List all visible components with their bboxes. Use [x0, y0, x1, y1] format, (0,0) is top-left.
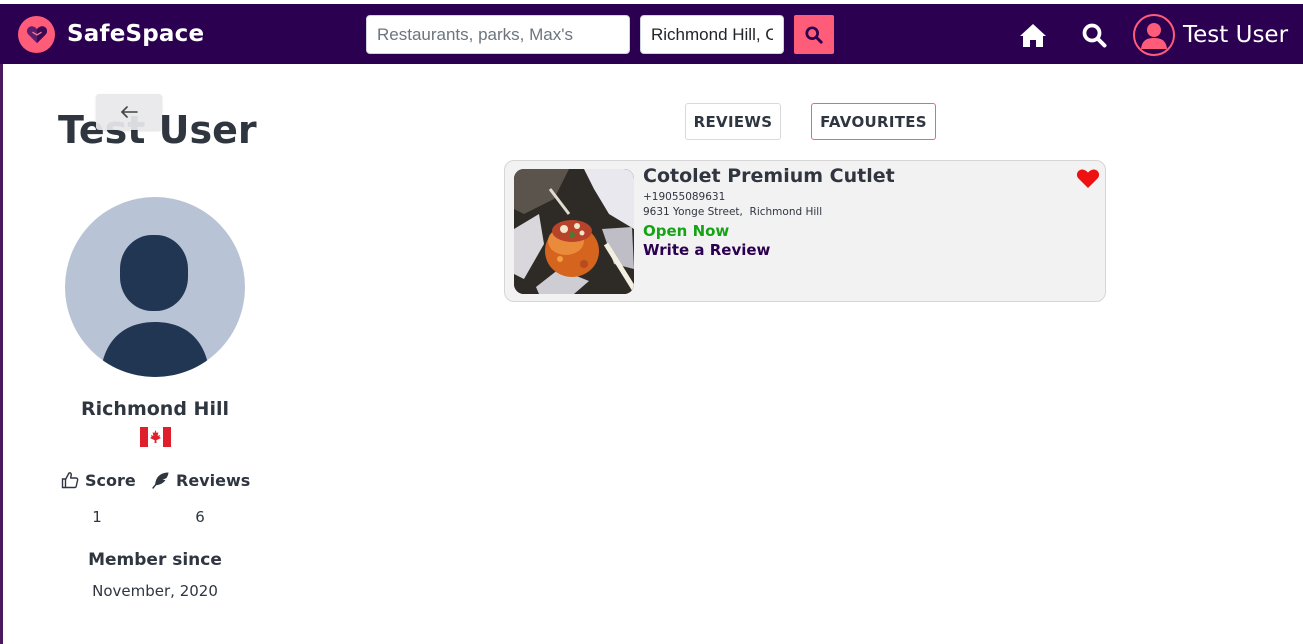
tab-favourites[interactable]: FAVOURITES — [811, 103, 936, 140]
member-since-date: November, 2020 — [92, 582, 218, 600]
arrow-left-icon — [120, 106, 138, 118]
restaurant-photo — [514, 169, 634, 294]
reviews-label-text: Reviews — [176, 470, 251, 490]
reviews-label: Reviews — [152, 470, 250, 490]
score-label: Score — [61, 470, 136, 490]
canada-flag — [140, 427, 171, 447]
nav-search-button[interactable] — [1080, 21, 1108, 49]
restaurant-name[interactable]: Cotolet Premium Cutlet — [643, 165, 895, 187]
restaurant-phone: +19055089631 — [643, 191, 726, 203]
search-icon — [805, 25, 823, 44]
user-menu[interactable]: Test User — [1133, 14, 1288, 56]
user-avatar-icon — [1133, 14, 1175, 56]
restaurant-address: 9631 Yonge Street, Richmond Hill — [643, 206, 823, 218]
feather-icon — [152, 472, 169, 489]
search-button[interactable] — [794, 15, 834, 54]
favourite-card[interactable]: Cotolet Premium Cutlet +19055089631 9631… — [504, 160, 1106, 302]
nav-username: Test User — [1183, 22, 1289, 48]
thumbs-up-icon — [61, 472, 79, 489]
reviews-value: 6 — [195, 508, 205, 526]
brand-name: SafeSpace — [67, 21, 205, 47]
search-input[interactable] — [366, 15, 630, 54]
location-input[interactable] — [640, 15, 784, 54]
search-icon — [1082, 23, 1106, 47]
score-label-text: Score — [85, 470, 136, 490]
page-left-border — [0, 64, 3, 644]
open-status: Open Now — [643, 222, 730, 240]
home-icon — [1020, 23, 1046, 47]
default-avatar-icon — [100, 235, 210, 377]
brand[interactable]: SafeSpace — [18, 15, 204, 53]
back-button[interactable] — [96, 94, 162, 130]
write-review-link[interactable]: Write a Review — [643, 241, 770, 259]
navbar: SafeSpace Test User — [0, 4, 1303, 64]
profile-avatar — [65, 197, 245, 377]
heart-icon[interactable] — [1076, 167, 1100, 189]
member-since-label: Member since — [88, 550, 222, 570]
tab-reviews[interactable]: REVIEWS — [685, 103, 781, 140]
profile-city: Richmond Hill — [81, 398, 229, 420]
logo-heart-icon — [18, 15, 55, 53]
home-button[interactable] — [1018, 21, 1048, 49]
score-value: 1 — [92, 508, 102, 526]
